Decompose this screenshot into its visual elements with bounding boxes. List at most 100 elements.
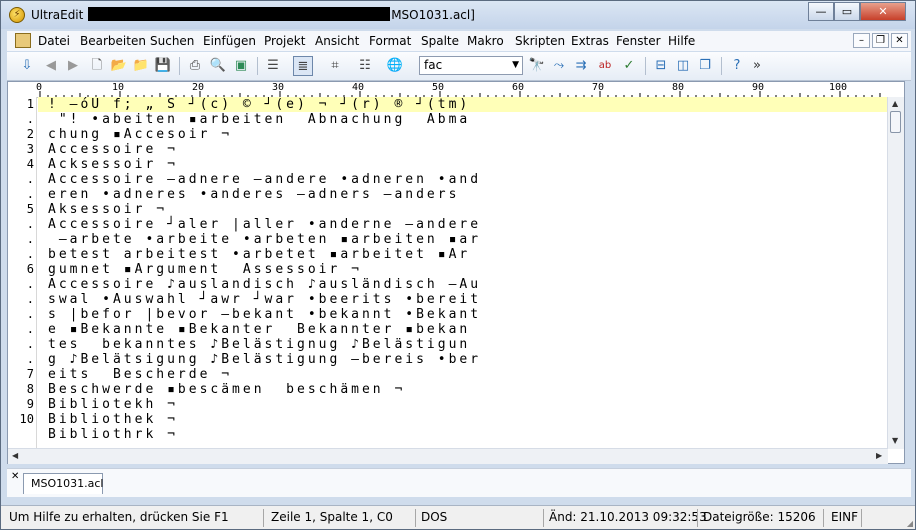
text-line: eits Bescherde ¬ (48, 367, 233, 382)
toolbar-separator (179, 57, 180, 75)
cascade-windows-icon[interactable]: ❐ (695, 56, 715, 76)
line-number: . (26, 337, 34, 351)
text-line: "! •abeiten ▪arbeiten Abnachung Abma (48, 112, 471, 127)
vertical-scrollbar[interactable]: ▲ ▼ (887, 97, 904, 449)
mdi-restore-button[interactable]: ❐ (872, 33, 889, 48)
toolbar-more-button[interactable]: » (747, 56, 767, 76)
print-preview-icon[interactable]: 🔍 (208, 56, 228, 76)
find-icon[interactable]: 🔭 (527, 56, 547, 76)
menu-einfuegen[interactable]: Einfügen (203, 34, 256, 48)
hex-mode-icon[interactable]: ⌗ (325, 56, 345, 76)
line-number: 8 (26, 382, 34, 396)
forward-arrow-icon[interactable]: ▶ (63, 56, 83, 76)
status-modified-date: Änd: 21.10.2013 09:32:53 (549, 510, 707, 524)
ruler-label: 50 (432, 82, 445, 93)
print-icon[interactable]: ⎙ (185, 56, 205, 76)
word-wrap-icon[interactable]: ≣ (293, 56, 313, 76)
document-icon[interactable]: ☰ (263, 56, 283, 76)
line-number: . (26, 112, 34, 126)
text-line: e ▪Bekannte ▪Bekanter Bekannter ▪bekan (48, 322, 471, 337)
text-line: g ♪Belätsigung ♪Belästigung –bereis •ber (48, 352, 482, 367)
text-line: ! –óU f; „ Š ┘(c) © ┘(e) ¬ ┘(r) ® ┘(tm) (48, 97, 471, 112)
redacted-path (88, 7, 391, 21)
scroll-down-icon[interactable]: ▼ (892, 436, 898, 445)
save-icon[interactable]: 💾 (153, 56, 173, 76)
toolbar-separator (645, 57, 646, 75)
web-browser-icon[interactable]: 🌐 (385, 56, 405, 76)
open-folder-icon[interactable]: 📂 (109, 56, 129, 76)
maximize-button[interactable]: ▭ (834, 2, 860, 21)
open-from-ftp-icon[interactable]: ⇩ (17, 56, 37, 76)
ruler-label: 80 (672, 82, 685, 93)
chevron-down-icon[interactable]: ▼ (512, 57, 519, 74)
scroll-left-icon[interactable]: ◀ (12, 451, 18, 460)
scroll-right-icon[interactable]: ▶ (876, 451, 882, 460)
list-lines-icon[interactable]: ☷ (355, 56, 375, 76)
text-line: Beschwerde ▪bescämen beschämen ¬ (48, 382, 406, 397)
menu-makro[interactable]: Makro (467, 34, 504, 48)
text-line: chung ▪Accesoir ¬ (48, 127, 233, 142)
search-input[interactable]: fac ▼ (419, 56, 523, 75)
find-next-icon[interactable]: ⤳ (549, 56, 569, 76)
status-cursor-position: Zeile 1, Spalte 1, C0 (271, 510, 393, 524)
split-vertical-icon[interactable]: ◫ (673, 56, 693, 76)
close-button[interactable]: ✕ (860, 2, 906, 21)
close-file-icon[interactable]: 📁 (131, 56, 151, 76)
tab-mso1031[interactable]: MSO1031.acl (23, 473, 103, 494)
line-number: 10 (19, 412, 34, 426)
line-number: . (26, 307, 34, 321)
text-line: Bibliothek ¬ (48, 412, 178, 427)
scroll-up-icon[interactable]: ▲ (892, 99, 898, 108)
menu-extras[interactable]: Extras (571, 34, 609, 48)
status-insert-mode[interactable]: EINF (831, 510, 858, 524)
spell-check-icon[interactable]: ✓ (619, 56, 639, 76)
line-number: . (26, 322, 34, 336)
document-menu-icon[interactable] (15, 33, 31, 48)
menu-datei[interactable]: Datei (38, 34, 70, 48)
menu-hilfe[interactable]: Hilfe (668, 34, 695, 48)
horizontal-scrollbar[interactable]: ◀ ▶ (8, 448, 888, 464)
menu-skripten[interactable]: Skripten (515, 34, 565, 48)
line-number: . (26, 172, 34, 186)
back-arrow-icon[interactable]: ◀ (41, 56, 61, 76)
title-bar[interactable]: ⚡ UltraEdit MSO1031.acl] — ▭ ✕ (1, 1, 915, 29)
text-line: Accessoire ┘aler |aller •anderne –andere (48, 217, 482, 232)
find-in-files-icon[interactable]: ⇉ (571, 56, 591, 76)
ultraedit-logo-icon[interactable]: ⚡ (9, 7, 25, 23)
resize-grip-icon[interactable]: ◢ (907, 519, 913, 528)
menu-ansicht[interactable]: Ansicht (315, 34, 359, 48)
ruler-label: 90 (752, 82, 765, 93)
split-horizontal-icon[interactable]: ⊟ (651, 56, 671, 76)
minimize-button[interactable]: — (808, 2, 834, 21)
menu-spalte[interactable]: Spalte (421, 34, 459, 48)
text-line: Acksessoir ¬ (48, 157, 178, 172)
application-window: ⚡ UltraEdit MSO1031.acl] — ▭ ✕ Datei Bea… (0, 0, 916, 530)
text-line: gumnet ▪Argument Assessoir ¬ (48, 262, 362, 277)
menu-bearbeiten[interactable]: Bearbeiten (80, 34, 146, 48)
line-number: 7 (26, 367, 34, 381)
text-line: betest arbeitest •arbetet ▪arbeitet ▪Ar (48, 247, 471, 262)
status-separator (415, 509, 416, 527)
status-line-ending[interactable]: DOS (421, 510, 447, 524)
menu-suchen[interactable]: Suchen (150, 34, 194, 48)
menu-format[interactable]: Format (369, 34, 411, 48)
replace-icon[interactable]: ab (595, 56, 615, 76)
line-number: 5 (26, 202, 34, 216)
image-icon[interactable]: ▣ (231, 56, 251, 76)
mdi-minimize-button[interactable]: – (853, 33, 870, 48)
help-icon[interactable]: ? (727, 56, 747, 76)
mdi-close-button[interactable]: ✕ (891, 33, 908, 48)
line-number: . (26, 277, 34, 291)
text-line: Accessoire ♪auslandisch ♪ausländisch –Au (48, 277, 482, 292)
ruler-label: 100 (829, 82, 848, 93)
text-area[interactable]: ! –óU f; „ Š ┘(c) © ┘(e) ¬ ┘(r) ® ┘(tm) … (38, 97, 888, 449)
vertical-scroll-thumb[interactable] (890, 111, 901, 133)
toolbar-separator (721, 57, 722, 75)
line-number: . (26, 232, 34, 246)
new-file-icon[interactable]: 🗋 (87, 56, 107, 76)
app-name: UltraEdit (31, 8, 84, 22)
close-tab-icon[interactable]: ✕ (11, 471, 19, 482)
menu-fenster[interactable]: Fenster (616, 34, 661, 48)
menu-projekt[interactable]: Projekt (264, 34, 305, 48)
status-separator (823, 509, 824, 527)
